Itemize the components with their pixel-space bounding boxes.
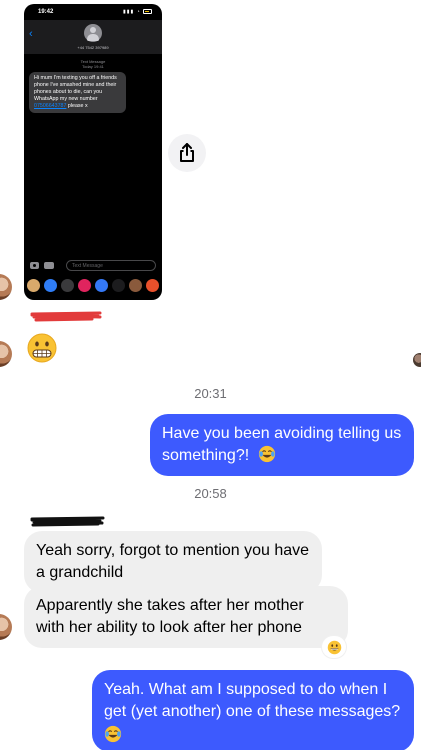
black-redaction-scribble: [30, 516, 105, 527]
share-button[interactable]: [168, 134, 206, 172]
incoming-message-text: Apparently she takes after her mother wi…: [36, 597, 304, 636]
screenshot-status-icons: ▮▮▮ ◔: [123, 9, 152, 15]
sender-avatar[interactable]: [0, 274, 12, 300]
incoming-message[interactable]: Apparently she takes after her mother wi…: [24, 586, 348, 648]
sender-name: Aunie: [30, 516, 105, 528]
game-app-icon: [146, 278, 159, 292]
screenshot-message-text: Hi mum I'm texting you off a friends pho…: [34, 75, 117, 102]
outgoing-message[interactable]: Yeah. What am I supposed to do when I ge…: [92, 670, 414, 750]
outgoing-message[interactable]: Have you been avoiding telling us someth…: [150, 414, 414, 476]
screenshot-message-end: please x: [67, 103, 88, 109]
tears-of-joy-icon: [104, 725, 122, 743]
camera-icon: [30, 262, 39, 269]
outgoing-message-text: Have you been avoiding telling us someth…: [162, 425, 402, 464]
screenshot-message-bubble: Hi mum I'm texting you off a friends pho…: [29, 72, 126, 113]
incoming-message-text: Yeah sorry, forgot to mention you have a…: [36, 542, 310, 581]
photos-app-icon: [27, 278, 40, 292]
incoming-message[interactable]: Yeah sorry, forgot to mention you have a…: [24, 531, 322, 593]
sticker-app-icon: [129, 278, 142, 292]
screenshot-meta-time: Today 19:41: [82, 64, 104, 69]
outgoing-message-text: Yeah. What am I supposed to do when I ge…: [104, 681, 401, 720]
attached-screenshot[interactable]: 19:42 ▮▮▮ ◔ ‹ +44 7542 397989 Text Messa…: [24, 4, 162, 300]
screenshot-contact: +44 7542 397989: [77, 45, 109, 50]
app-store-app-icon: [44, 278, 57, 292]
message-reaction[interactable]: [322, 636, 346, 658]
tears-of-joy-icon: [258, 445, 275, 463]
search-app-icon: [78, 278, 91, 292]
sender-avatar[interactable]: [0, 614, 12, 640]
screenshot-input: Text Message: [66, 260, 156, 271]
back-chevron-icon: ‹: [29, 28, 33, 40]
screenshot-header: ‹ +44 7542 397989: [24, 20, 162, 54]
grimacing-face-icon: [27, 333, 57, 363]
sender-avatar[interactable]: [0, 341, 12, 367]
timestamp: 20:31: [194, 386, 227, 401]
memoji-app-icon: [61, 278, 74, 292]
app-store-icon: [44, 262, 54, 269]
contact-avatar-icon: [84, 24, 102, 42]
music-app-icon: [95, 278, 108, 292]
screenshot-time: 19:42: [38, 9, 54, 15]
timestamp: 20:58: [194, 486, 227, 501]
screenshot-app-drawer: [24, 276, 162, 294]
screenshot-message-number: 07506643787: [34, 103, 67, 109]
battery-icon: [143, 9, 152, 15]
read-receipt-avatar: [413, 353, 421, 367]
grinning-face-icon: [327, 640, 341, 654]
red-redaction-scribble: [30, 311, 102, 322]
screenshot-composer: Text Message: [24, 259, 162, 273]
share-icon: [180, 143, 194, 162]
activity-app-icon: [112, 278, 125, 292]
screenshot-status-bar: 19:42 ▮▮▮ ◔: [24, 8, 162, 20]
